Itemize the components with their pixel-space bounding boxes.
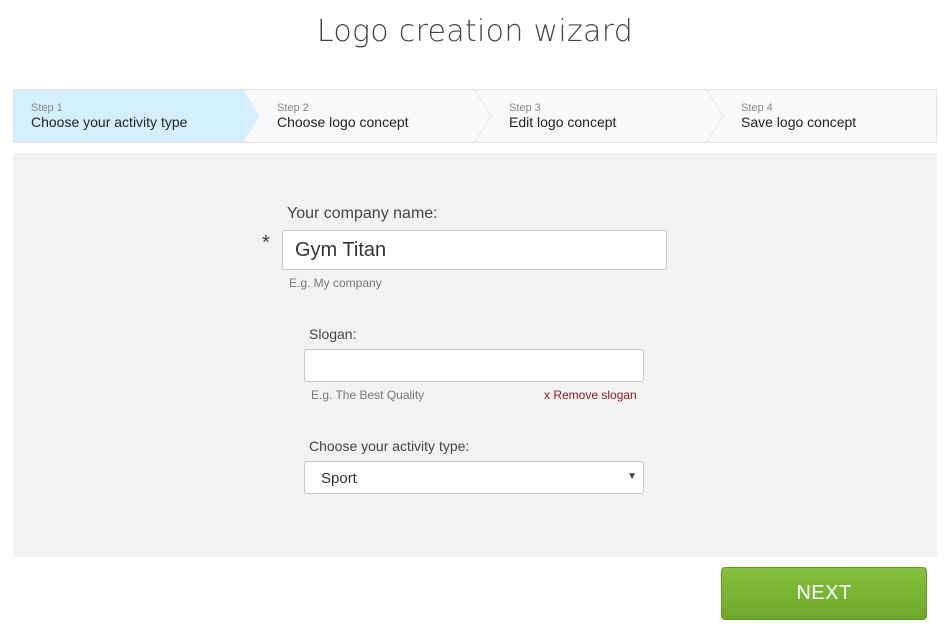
dropdown-arrow-icon: ▼ bbox=[627, 471, 637, 482]
activity-type-label: Choose your activity type: bbox=[309, 438, 470, 454]
step-4-number: Step 4 bbox=[741, 102, 773, 114]
page-title: Logo creation wizard bbox=[316, 14, 634, 49]
step-3-label: Edit logo concept bbox=[509, 114, 617, 130]
company-name-input[interactable] bbox=[282, 230, 667, 270]
step-2-label: Choose logo concept bbox=[277, 114, 409, 130]
step-1-label: Choose your activity type bbox=[31, 114, 188, 130]
step-1-number: Step 1 bbox=[31, 102, 63, 114]
wizard-steps: Step 1 Choose your activity type Step 2 … bbox=[13, 89, 937, 143]
step-4[interactable]: Step 4 Save logo concept bbox=[720, 90, 936, 142]
activity-type-select[interactable]: Sport ▼ bbox=[304, 461, 644, 494]
remove-slogan-link[interactable]: x Remove slogan bbox=[544, 388, 637, 402]
step-2-number: Step 2 bbox=[277, 102, 309, 114]
slogan-label: Slogan: bbox=[309, 326, 357, 342]
wizard-page: Logo creation wizard Step 1 Choose your … bbox=[0, 0, 950, 638]
activity-type-selected-value: Sport bbox=[321, 470, 357, 487]
slogan-input[interactable] bbox=[304, 349, 644, 382]
step-3[interactable]: Step 3 Edit logo concept bbox=[488, 90, 720, 142]
step-1[interactable]: Step 1 Choose your activity type bbox=[14, 90, 272, 142]
step-4-label: Save logo concept bbox=[741, 114, 857, 130]
next-button[interactable]: NEXT bbox=[721, 567, 927, 620]
slogan-hint: E.g. The Best Quality bbox=[311, 388, 425, 402]
step-2[interactable]: Step 2 Choose logo concept bbox=[256, 90, 488, 142]
step-3-number: Step 3 bbox=[509, 102, 541, 114]
company-name-hint: E.g. My company bbox=[289, 276, 382, 290]
company-name-label: Your company name: bbox=[287, 205, 438, 222]
required-asterisk: * bbox=[262, 232, 270, 254]
